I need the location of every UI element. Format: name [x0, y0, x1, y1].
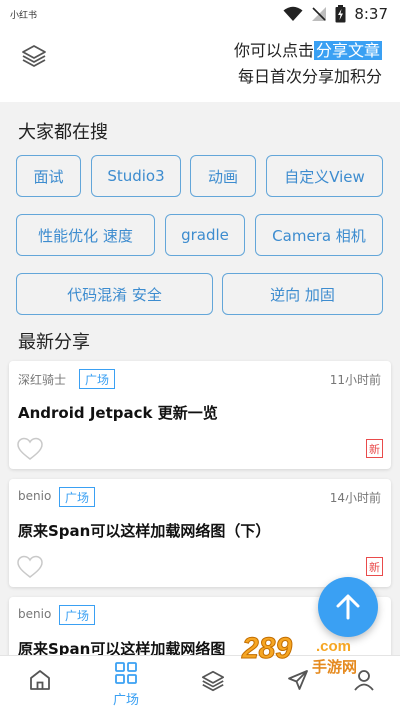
- home-icon: [30, 670, 50, 690]
- share-hint: 你可以点击 分享文章 每日首次分享加积分: [234, 38, 382, 90]
- tag-gradle[interactable]: gradle: [165, 214, 245, 256]
- layers-icon: [201, 670, 225, 692]
- status-time: 8:37: [354, 5, 388, 23]
- tag-performance[interactable]: 性能优化 速度: [16, 214, 155, 256]
- nav-home[interactable]: [0, 656, 80, 711]
- latest-share-title: 最新分享: [18, 332, 90, 353]
- tag-interview[interactable]: 面试: [16, 155, 81, 197]
- card-author[interactable]: benio: [18, 489, 51, 503]
- nav-square-label: 广场: [112, 693, 139, 708]
- new-badge: 新: [366, 557, 383, 576]
- header: 你可以点击 分享文章 每日首次分享加积分: [0, 28, 400, 102]
- new-badge: 新: [366, 439, 383, 458]
- share-hint-line1: 你可以点击 分享文章: [234, 38, 382, 64]
- scroll-top-button[interactable]: [318, 577, 378, 637]
- card-badge: 广场: [59, 487, 96, 507]
- tag-animation[interactable]: 动画: [190, 155, 256, 197]
- watermark-logo: 289 .com 手游网: [238, 632, 388, 678]
- share-hint-prefix: 你可以点击: [233, 41, 314, 60]
- wifi-icon: [283, 6, 303, 21]
- heart-icon[interactable]: [17, 437, 43, 461]
- battery-icon: [335, 5, 346, 23]
- hot-search-panel: 大家都在搜 面试 Studio3 动画 自定义View 性能优化 速度 grad…: [0, 106, 400, 328]
- status-icons: 8:37: [283, 5, 388, 23]
- card-author[interactable]: 深红骑士: [18, 371, 66, 388]
- share-card[interactable]: benio 广场 14小时前 原来Span可以这样加载网络图（下） 新: [9, 479, 391, 587]
- nav-square[interactable]: 广场: [86, 656, 166, 711]
- watermark-domain: .com: [316, 638, 352, 655]
- card-time: 11小时前: [329, 373, 381, 387]
- card-badge: 广场: [59, 605, 96, 625]
- card-time: 14小时前: [329, 491, 381, 505]
- card-author[interactable]: benio: [18, 607, 51, 621]
- layers-icon[interactable]: [20, 42, 48, 70]
- tag-custom-view[interactable]: 自定义View: [266, 155, 383, 197]
- arrow-up-icon: [336, 594, 360, 620]
- card-title[interactable]: 原来Span可以这样加载网络图（下）: [18, 520, 270, 541]
- tag-reverse[interactable]: 逆向 加固: [222, 273, 383, 315]
- status-carrier: 小红书: [10, 10, 38, 21]
- share-hint-line2: 每日首次分享加积分: [237, 67, 382, 86]
- tag-studio3[interactable]: Studio3: [91, 155, 181, 197]
- status-bar: 小红书 8:37: [0, 0, 400, 28]
- tag-obfuscation[interactable]: 代码混淆 安全: [16, 273, 213, 315]
- share-article-link[interactable]: 分享文章: [313, 41, 382, 60]
- card-badge: 广场: [79, 369, 116, 389]
- grid-icon: [115, 662, 137, 684]
- hot-search-title: 大家都在搜: [18, 122, 108, 143]
- heart-icon[interactable]: [17, 555, 43, 579]
- card-title[interactable]: Android Jetpack 更新一览: [18, 402, 218, 423]
- share-card[interactable]: 深红骑士 广场 11小时前 Android Jetpack 更新一览 新: [9, 361, 391, 469]
- watermark-number: 289: [241, 632, 293, 666]
- signal-icon: [312, 7, 327, 21]
- tag-camera[interactable]: Camera 相机: [255, 214, 383, 256]
- watermark-cn: 手游网: [312, 659, 358, 676]
